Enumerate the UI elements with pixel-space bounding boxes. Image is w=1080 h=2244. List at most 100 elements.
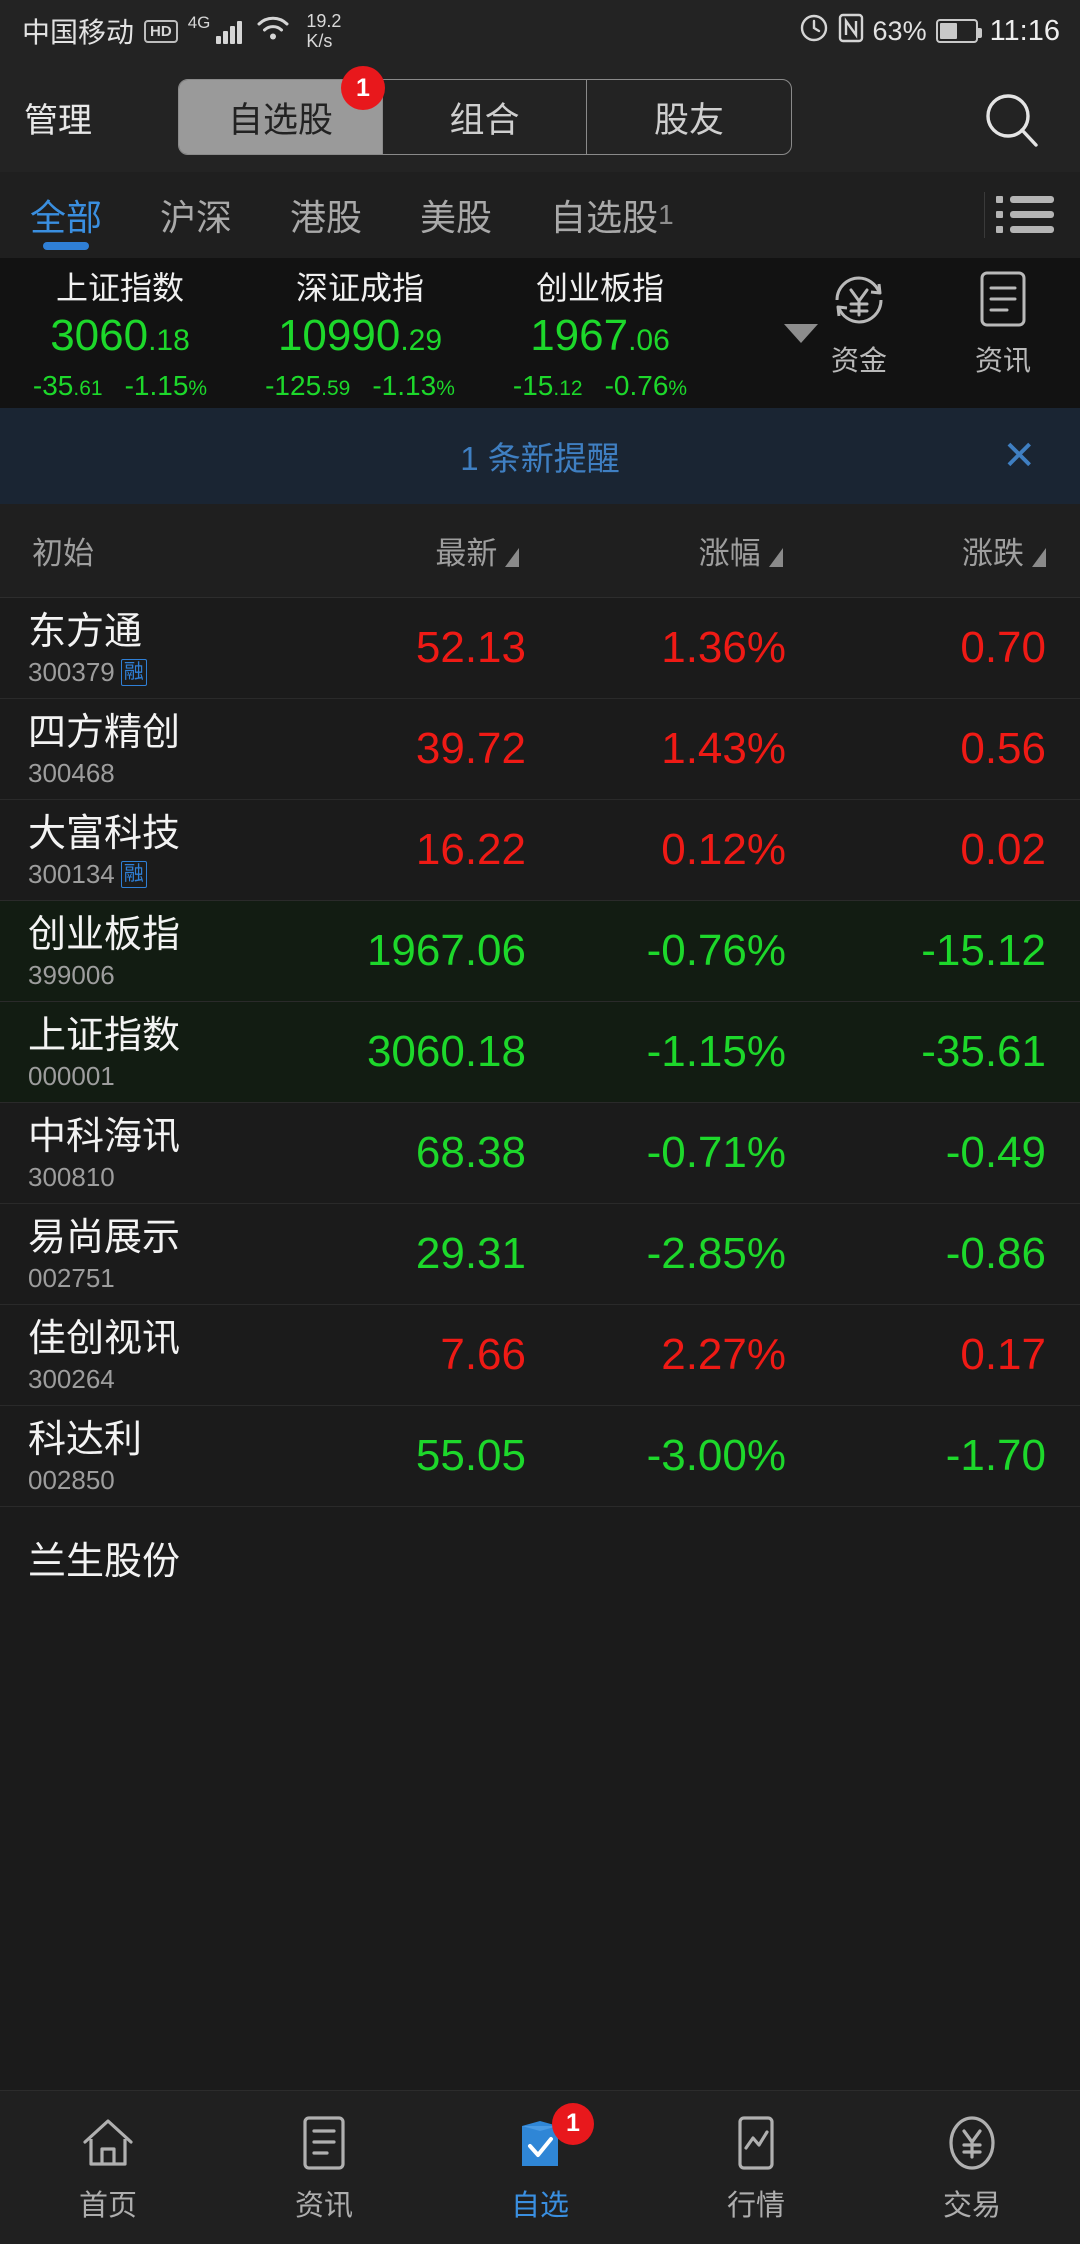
column-header-name[interactable]: 初始 xyxy=(0,528,290,573)
search-icon[interactable] xyxy=(980,90,1046,157)
battery-icon xyxy=(935,19,982,43)
stock-price: 7.66 xyxy=(440,1330,526,1379)
funds-button[interactable]: 资金 xyxy=(804,268,914,379)
stock-row[interactable]: 易尚展示 002751 29.31 -2.85% -0.86 xyxy=(0,1204,1080,1305)
column-header-price[interactable]: 最新 xyxy=(290,528,553,573)
stock-code: 300468 xyxy=(28,758,115,788)
news-document-icon xyxy=(948,268,1058,337)
index-card-shanghai[interactable]: 上证指数 3060.18 -35.61 -1.15% xyxy=(0,266,240,408)
stock-identity: 中科海讯 300810 xyxy=(0,1114,300,1192)
home-icon xyxy=(79,2112,137,2174)
tab-all-label: 全部 xyxy=(30,197,103,238)
stock-price: 1967.06 xyxy=(366,926,526,975)
stock-name: 四方精创 xyxy=(28,712,181,754)
tab-custom-number: 1 xyxy=(658,199,674,230)
stock-row[interactable]: 上证指数 000001 3060.18 -1.15% -35.61 xyxy=(0,1002,1080,1103)
stock-row[interactable]: 创业板指 399006 1967.06 -0.76% -15.12 xyxy=(0,901,1080,1002)
stock-row[interactable]: 中科海讯 300810 68.38 -0.71% -0.49 xyxy=(0,1103,1080,1204)
column-header-pct[interactable]: 涨幅 xyxy=(553,528,816,573)
segment-watchlist[interactable]: 自选股 1 xyxy=(179,66,385,154)
index-change-abs: -15.12 xyxy=(512,370,583,401)
nfc-icon xyxy=(838,13,864,50)
stock-code-line: 300468 xyxy=(28,758,300,788)
news-icon xyxy=(299,2112,349,2174)
stock-row[interactable]: 佳创视讯 300264 7.66 2.27% 0.17 xyxy=(0,1305,1080,1406)
nav-item-trade[interactable]: 交易 xyxy=(864,2112,1080,2224)
status-bar-left: 中国移动 HD 4G 19.2 K/s xyxy=(22,11,341,51)
segment-friends[interactable]: 股友 xyxy=(587,80,791,154)
tab-hk[interactable]: 港股 xyxy=(290,172,362,258)
stock-row[interactable]: 东方通 300379 融 52.13 1.36% 0.70 xyxy=(0,598,1080,699)
status-bar-right: 63% 11:16 xyxy=(799,13,1060,50)
tab-us[interactable]: 美股 xyxy=(420,172,492,258)
stock-change-pct: 1.36% xyxy=(661,623,786,672)
close-icon[interactable]: ✕ xyxy=(1002,436,1036,476)
index-change-abs: -125.59 xyxy=(265,370,351,401)
index-card-chinext[interactable]: 创业板指 1967.06 -15.12 -0.76% xyxy=(480,266,720,408)
stock-code: 300810 xyxy=(28,1162,115,1192)
nav-item-news[interactable]: 资讯 xyxy=(216,2112,432,2224)
stock-change-pct: -1.15% xyxy=(646,1027,786,1076)
stock-price: 3060.18 xyxy=(366,1027,526,1076)
stock-change-pct: 1.43% xyxy=(661,724,786,773)
manage-button[interactable]: 管理 xyxy=(24,93,174,142)
index-name: 上证指数 xyxy=(55,270,184,306)
stock-code: 300264 xyxy=(28,1364,115,1394)
segment-friends-label: 股友 xyxy=(653,100,724,140)
quotes-icon xyxy=(732,2112,780,2174)
nav-item-quotes-label: 行情 xyxy=(726,2189,785,2222)
stock-change-abs: 0.70 xyxy=(960,623,1046,672)
tab-hushen[interactable]: 沪深 xyxy=(160,172,232,258)
margin-trading-badge: 融 xyxy=(120,658,147,686)
stock-name: 创业板指 xyxy=(28,914,181,956)
news-label: 资讯 xyxy=(974,345,1031,376)
stock-name: 东方通 xyxy=(28,611,143,653)
column-headers: 初始 最新 涨幅 涨跌 xyxy=(0,504,1080,598)
index-card-shenzhen[interactable]: 深证成指 10990.29 -125.59 -1.13% xyxy=(240,266,480,408)
stock-identity: 佳创视讯 300264 xyxy=(0,1316,300,1394)
news-button[interactable]: 资讯 xyxy=(948,268,1058,379)
index-value: 3060.18 xyxy=(0,310,240,367)
stock-code-line: 300264 xyxy=(28,1364,300,1394)
tab-hushen-label: 沪深 xyxy=(160,197,233,238)
stock-code: 399006 xyxy=(28,960,115,990)
index-tools: 资金 资讯 xyxy=(804,268,1058,379)
stock-name: 易尚展示 xyxy=(28,1217,181,1259)
stock-code-line: 399006 xyxy=(28,960,300,990)
tab-custom[interactable]: 自选股 1 xyxy=(550,172,674,258)
status-bar: 中国移动 HD 4G 19.2 K/s 63% 11:16 xyxy=(0,0,1080,62)
index-name: 深证成指 xyxy=(295,270,424,306)
notification-bar[interactable]: 1 条新提醒 ✕ xyxy=(0,408,1080,504)
segment-portfolio[interactable]: 组合 xyxy=(383,80,587,154)
stock-change-pct: -3.00% xyxy=(646,1431,786,1480)
list-view-icon[interactable] xyxy=(996,196,1054,233)
tab-us-label: 美股 xyxy=(420,197,493,238)
stock-row-partial[interactable]: 兰生股份 xyxy=(0,1507,1080,1608)
segment-watchlist-badge: 1 xyxy=(341,66,385,110)
stock-name: 佳创视讯 xyxy=(28,1318,181,1360)
stock-price: 68.38 xyxy=(415,1128,526,1177)
stock-identity: 上证指数 000001 xyxy=(0,1013,300,1091)
stock-row[interactable]: 四方精创 300468 39.72 1.43% 0.56 xyxy=(0,699,1080,800)
column-header-change[interactable]: 涨跌 xyxy=(817,528,1080,573)
nav-item-watchlist[interactable]: 1 自选 xyxy=(432,2102,648,2224)
stock-identity: 科达利 002850 xyxy=(0,1417,300,1495)
index-panel: 上证指数 3060.18 -35.61 -1.15% 深证成指 10990.29… xyxy=(0,258,1080,408)
segment-watchlist-label: 自选股 xyxy=(227,100,333,140)
stock-name: 中科海讯 xyxy=(28,1116,181,1158)
tab-custom-label: 自选股 xyxy=(550,197,659,238)
clock-label: 11:16 xyxy=(989,14,1060,47)
nav-item-home[interactable]: 首页 xyxy=(0,2112,216,2224)
stock-row[interactable]: 科达利 002850 55.05 -3.00% -1.70 xyxy=(0,1406,1080,1507)
segment-portfolio-label: 组合 xyxy=(449,100,520,140)
signal-bars-icon xyxy=(216,18,243,44)
stock-name: 上证指数 xyxy=(28,1015,181,1057)
stock-code: 002751 xyxy=(28,1263,115,1293)
funds-yuan-icon xyxy=(804,268,914,337)
nav-item-quotes[interactable]: 行情 xyxy=(648,2112,864,2224)
stock-code-line: 300134 融 xyxy=(28,859,300,889)
sort-triangle-icon xyxy=(505,548,520,567)
tab-all[interactable]: 全部 xyxy=(30,172,102,258)
stock-row[interactable]: 大富科技 300134 融 16.22 0.12% 0.02 xyxy=(0,800,1080,901)
stock-price: 39.72 xyxy=(415,724,526,773)
